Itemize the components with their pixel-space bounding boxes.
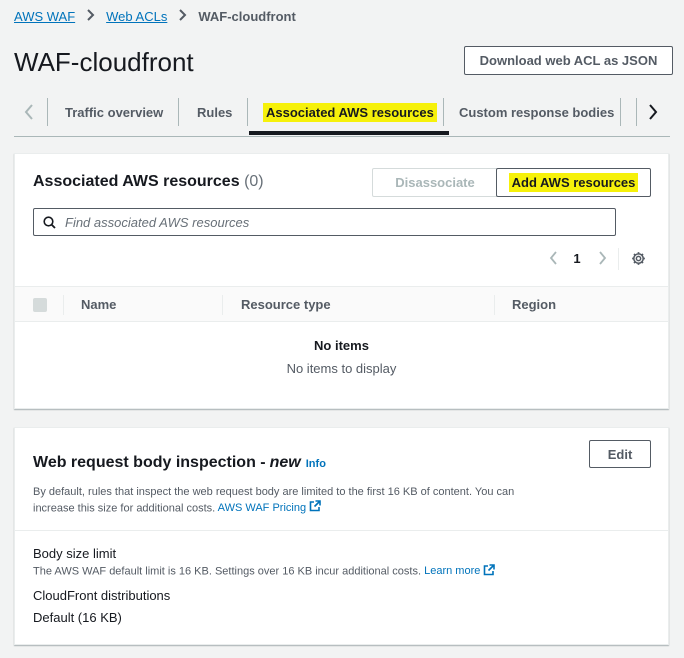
pagination-divider [618,248,619,270]
heading-text: Associated AWS resources [33,173,240,190]
tab-divider [636,98,637,126]
tab-divider [620,98,621,126]
active-tab-indicator [249,131,449,135]
select-all-checkbox[interactable] [33,298,47,312]
disassociate-button[interactable]: Disassociate [372,168,498,197]
info-link[interactable]: Info [306,458,326,470]
section-divider [15,530,668,531]
add-aws-resources-label: Add AWS resources [508,173,639,192]
body-inspection-panel: Web request body inspection - new Info E… [14,427,669,645]
chevron-right-icon [86,8,95,25]
size-limit-desc-text: The AWS WAF default limit is 16 KB. Sett… [33,565,422,578]
search-placeholder: Find associated AWS resources [65,214,250,230]
chevron-right-icon [649,104,658,120]
pricing-link-text: AWS WAF Pricing [217,502,307,515]
table-header: Name Resource type Region [15,286,668,322]
body-size-limit-description: The AWS WAF default limit is 16 KB. Sett… [33,564,496,579]
empty-state-title: No items [314,338,369,353]
tab-divider [178,98,179,126]
empty-state-subtitle: No items to display [286,361,397,376]
body-size-limit-label: Body size limit [33,546,117,561]
column-divider [494,295,495,315]
waf-pricing-link[interactable]: AWS WAF Pricing [217,500,321,517]
gear-icon [631,251,645,265]
body-inspection-heading: Web request body inspection - new Info [33,454,326,472]
column-header-resource-type[interactable]: Resource type [241,297,331,312]
page-title: WAF-cloudfront [14,47,194,77]
page-number[interactable]: 1 [570,248,584,268]
next-page-button[interactable] [594,248,610,268]
external-link-icon [483,564,496,579]
add-aws-resources-button[interactable]: Add AWS resources [496,168,651,197]
tab-custom-response-bodies[interactable]: Custom response bodies [459,101,614,123]
search-icon [43,215,56,229]
column-divider [222,295,223,315]
body-inspection-description: By default, rules that inspect the web r… [33,485,543,517]
tab-divider [247,98,248,126]
tab-divider [47,98,48,126]
associated-resources-heading: Associated AWS resources (0) [33,173,264,191]
breadcrumb: AWS WAF Web ACLs WAF-cloudfront [14,8,296,25]
tab-rules[interactable]: Rules [197,101,232,123]
column-divider [63,295,64,315]
chevron-right-icon [178,8,187,25]
resource-count: (0) [244,173,264,190]
cloudfront-distributions-label: CloudFront distributions [33,588,171,603]
chevron-left-icon [549,251,557,265]
heading-text: Web request body inspection - [33,454,266,471]
prev-page-button[interactable] [545,248,561,268]
tabs-scroll-right-button[interactable] [638,95,668,129]
edit-button[interactable]: Edit [589,440,651,468]
breadcrumb-link-web-acls[interactable]: Web ACLs [106,9,167,24]
tab-bar: Traffic overview Rules Associated AWS re… [14,95,670,137]
associated-resources-panel: Associated AWS resources (0) Disassociat… [14,153,669,409]
chevron-right-icon [598,251,606,265]
external-link-icon [309,500,321,517]
tab-associated-aws-resources[interactable]: Associated AWS resources [263,101,437,123]
learn-more-text: Learn more [424,565,481,578]
tab-traffic-overview[interactable]: Traffic overview [65,101,163,123]
tabs-scroll-left-button[interactable] [14,95,44,129]
tab-divider [443,98,444,126]
chevron-left-icon [24,104,33,120]
breadcrumb-current: WAF-cloudfront [198,9,296,24]
breadcrumb-link-aws-waf[interactable]: AWS WAF [14,9,75,24]
search-input[interactable]: Find associated AWS resources [33,208,616,236]
download-json-button[interactable]: Download web ACL as JSON [464,46,673,75]
table-settings-button[interactable] [629,248,647,268]
column-header-region[interactable]: Region [512,297,556,312]
cloudfront-distributions-value: Default (16 KB) [33,610,122,625]
new-badge: new [269,454,301,471]
column-header-name[interactable]: Name [81,297,116,312]
tab-associated-label: Associated AWS resources [263,102,437,122]
learn-more-link[interactable]: Learn more [424,564,496,579]
